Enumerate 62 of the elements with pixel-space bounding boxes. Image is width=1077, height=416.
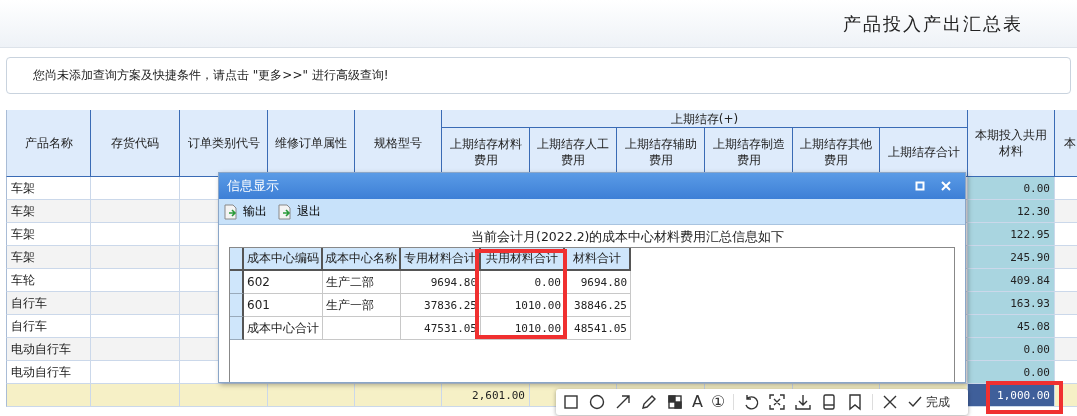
table-cell: 245.90: [968, 246, 1055, 269]
toolbar-button[interactable]: 退出: [277, 203, 321, 220]
arrow-icon[interactable]: [614, 393, 632, 411]
table-cell: 409.84: [968, 269, 1055, 292]
table-cell: 车架: [6, 246, 91, 269]
table-cell: 122.95: [968, 223, 1055, 246]
table-cell: 48541.05: [565, 317, 631, 340]
table-cell: 自行车: [6, 292, 91, 315]
table-cell: 0.00: [968, 177, 1055, 200]
table-cell: 9694.80: [401, 271, 481, 294]
column-header: 本期投入共用材料: [968, 110, 1055, 177]
toolbar-button[interactable]: 输出: [223, 203, 267, 220]
mosaic-icon[interactable]: [666, 393, 684, 411]
table-cell: 电动自行车: [6, 338, 91, 361]
document-arrow-icon: [277, 203, 293, 220]
table-cell: 47531.05: [401, 317, 481, 340]
row-header-cell[interactable]: [230, 294, 244, 317]
column-group-header: 上期结存(+): [442, 110, 968, 128]
table-cell: 45.08: [968, 315, 1055, 338]
document-arrow-icon: [223, 203, 239, 220]
column-header: 专用材料合计: [401, 248, 481, 271]
column-header: 材料合计: [565, 248, 631, 271]
close-icon: [941, 181, 951, 191]
scan-icon[interactable]: [768, 393, 787, 411]
text-tool[interactable]: A: [692, 393, 703, 411]
corner-cell: [230, 248, 244, 271]
table-cell: 成本中心合计: [244, 317, 323, 340]
table-cell: 38846.25: [565, 294, 631, 317]
row-header-cell[interactable]: [230, 317, 244, 340]
table-cell: 1010.00: [481, 294, 565, 317]
number-tool[interactable]: ①: [710, 393, 726, 411]
table-cell: 1010.00: [481, 317, 565, 340]
table-cell: 37836.25: [401, 294, 481, 317]
table-cell: 12.30: [968, 200, 1055, 223]
summary-caption: 当前会计月(2022.2)的成本中心材料费用汇总信息如下: [471, 227, 785, 246]
table-cell: 生产一部: [323, 294, 401, 317]
maximize-icon: [915, 181, 925, 191]
total-cell: 2,601.00: [442, 384, 530, 407]
table-cell: 车架: [6, 200, 91, 223]
column-header: 本: [1055, 110, 1077, 177]
query-hint-text: 您尚未添加查询方案及快捷条件，请点击 "更多>>" 进行高级查询!: [33, 67, 389, 84]
check-icon: [907, 394, 924, 410]
table-cell: 601: [244, 294, 323, 317]
table-cell: 9694.80: [565, 271, 631, 294]
circle-icon[interactable]: [588, 393, 606, 411]
column-header: 存货代码: [91, 110, 180, 177]
column-header: 成本中心编码: [244, 248, 323, 271]
row-header-cell[interactable]: [230, 271, 244, 294]
download-icon[interactable]: [794, 393, 813, 411]
page-title: 产品投入产出汇总表: [843, 11, 1023, 36]
column-header: 产品名称: [6, 110, 91, 177]
table-cell: 602: [244, 271, 323, 294]
table-cell: 0.00: [968, 338, 1055, 361]
table-cell: 163.93: [968, 292, 1055, 315]
column-header: 成本中心名称: [323, 248, 401, 271]
column-header: 订单类别代号: [180, 110, 268, 177]
pencil-icon[interactable]: [640, 393, 658, 411]
table-cell: 生产二部: [323, 271, 401, 294]
done-button[interactable]: 完成: [907, 393, 951, 411]
table-cell: 0.00: [481, 271, 565, 294]
dialog-title: 信息显示: [227, 177, 280, 195]
rectangle-icon[interactable]: [562, 393, 580, 411]
